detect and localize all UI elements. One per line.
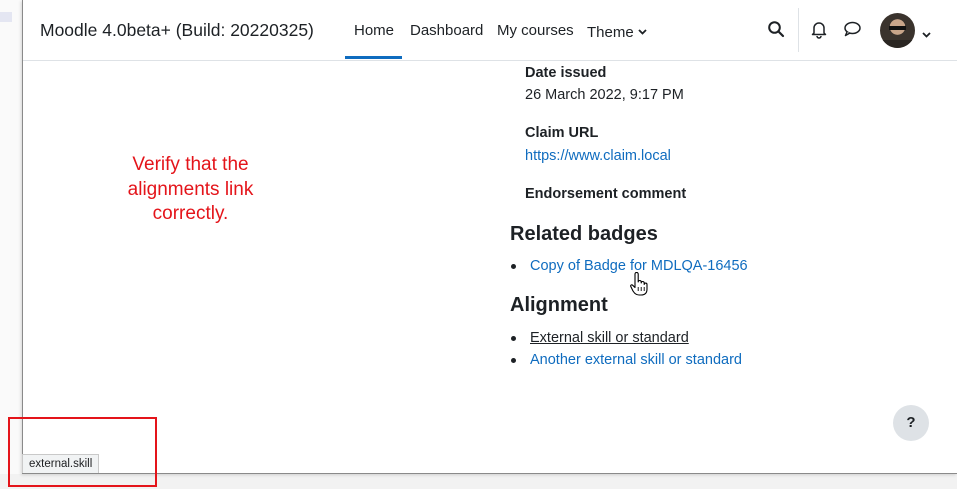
- alignment-link-another-skill[interactable]: Another external skill or standard: [530, 352, 742, 368]
- site-name[interactable]: Moodle 4.0beta+ (Build: 20220325): [40, 20, 314, 41]
- avatar[interactable]: [880, 13, 915, 48]
- claim-url-link[interactable]: https://www.claim.local: [525, 148, 671, 164]
- browser-window: Moodle 4.0beta+ (Build: 20220325) Home D…: [22, 0, 957, 474]
- annotation-highlight-box: [8, 417, 157, 487]
- date-issued-value: 26 March 2022, 9:17 PM: [525, 87, 684, 103]
- bell-icon[interactable]: [810, 20, 830, 40]
- list-item: Another external skill or standard: [511, 351, 742, 373]
- desktop-strip: [0, 12, 12, 22]
- list-item: External skill or standard: [511, 329, 742, 351]
- date-issued-label: Date issued: [525, 65, 607, 81]
- nav-home[interactable]: Home: [354, 22, 394, 39]
- nav-theme-dropdown[interactable]: Theme: [587, 22, 647, 41]
- chat-icon[interactable]: [843, 20, 863, 40]
- nav-dashboard[interactable]: Dashboard: [410, 22, 483, 39]
- hand-cursor-icon: [630, 271, 648, 296]
- nav-active-indicator: [345, 56, 402, 59]
- chevron-down-icon: [638, 22, 647, 39]
- search-icon[interactable]: [767, 20, 787, 40]
- help-button[interactable]: ?: [893, 405, 929, 441]
- navbar-divider: [798, 8, 799, 52]
- alignment-list: External skill or standard Another exter…: [511, 329, 742, 373]
- related-badges-heading: Related badges: [510, 223, 658, 245]
- nav-my-courses[interactable]: My courses: [497, 22, 574, 39]
- nav-theme-label: Theme: [587, 24, 634, 41]
- alignment-link-external-skill[interactable]: External skill or standard: [530, 330, 689, 346]
- desktop-background-left: [0, 0, 22, 489]
- navbar: Moodle 4.0beta+ (Build: 20220325) Home D…: [23, 0, 957, 61]
- annotation-text: Verify that the alignments link correctl…: [127, 154, 254, 224]
- chevron-down-icon[interactable]: [922, 25, 931, 43]
- claim-url-label: Claim URL: [525, 125, 599, 141]
- alignment-heading: Alignment: [510, 294, 608, 316]
- endorsement-comment-label: Endorsement comment: [525, 186, 687, 202]
- page-content: Date issued 26 March 2022, 9:17 PM Claim…: [23, 61, 957, 473]
